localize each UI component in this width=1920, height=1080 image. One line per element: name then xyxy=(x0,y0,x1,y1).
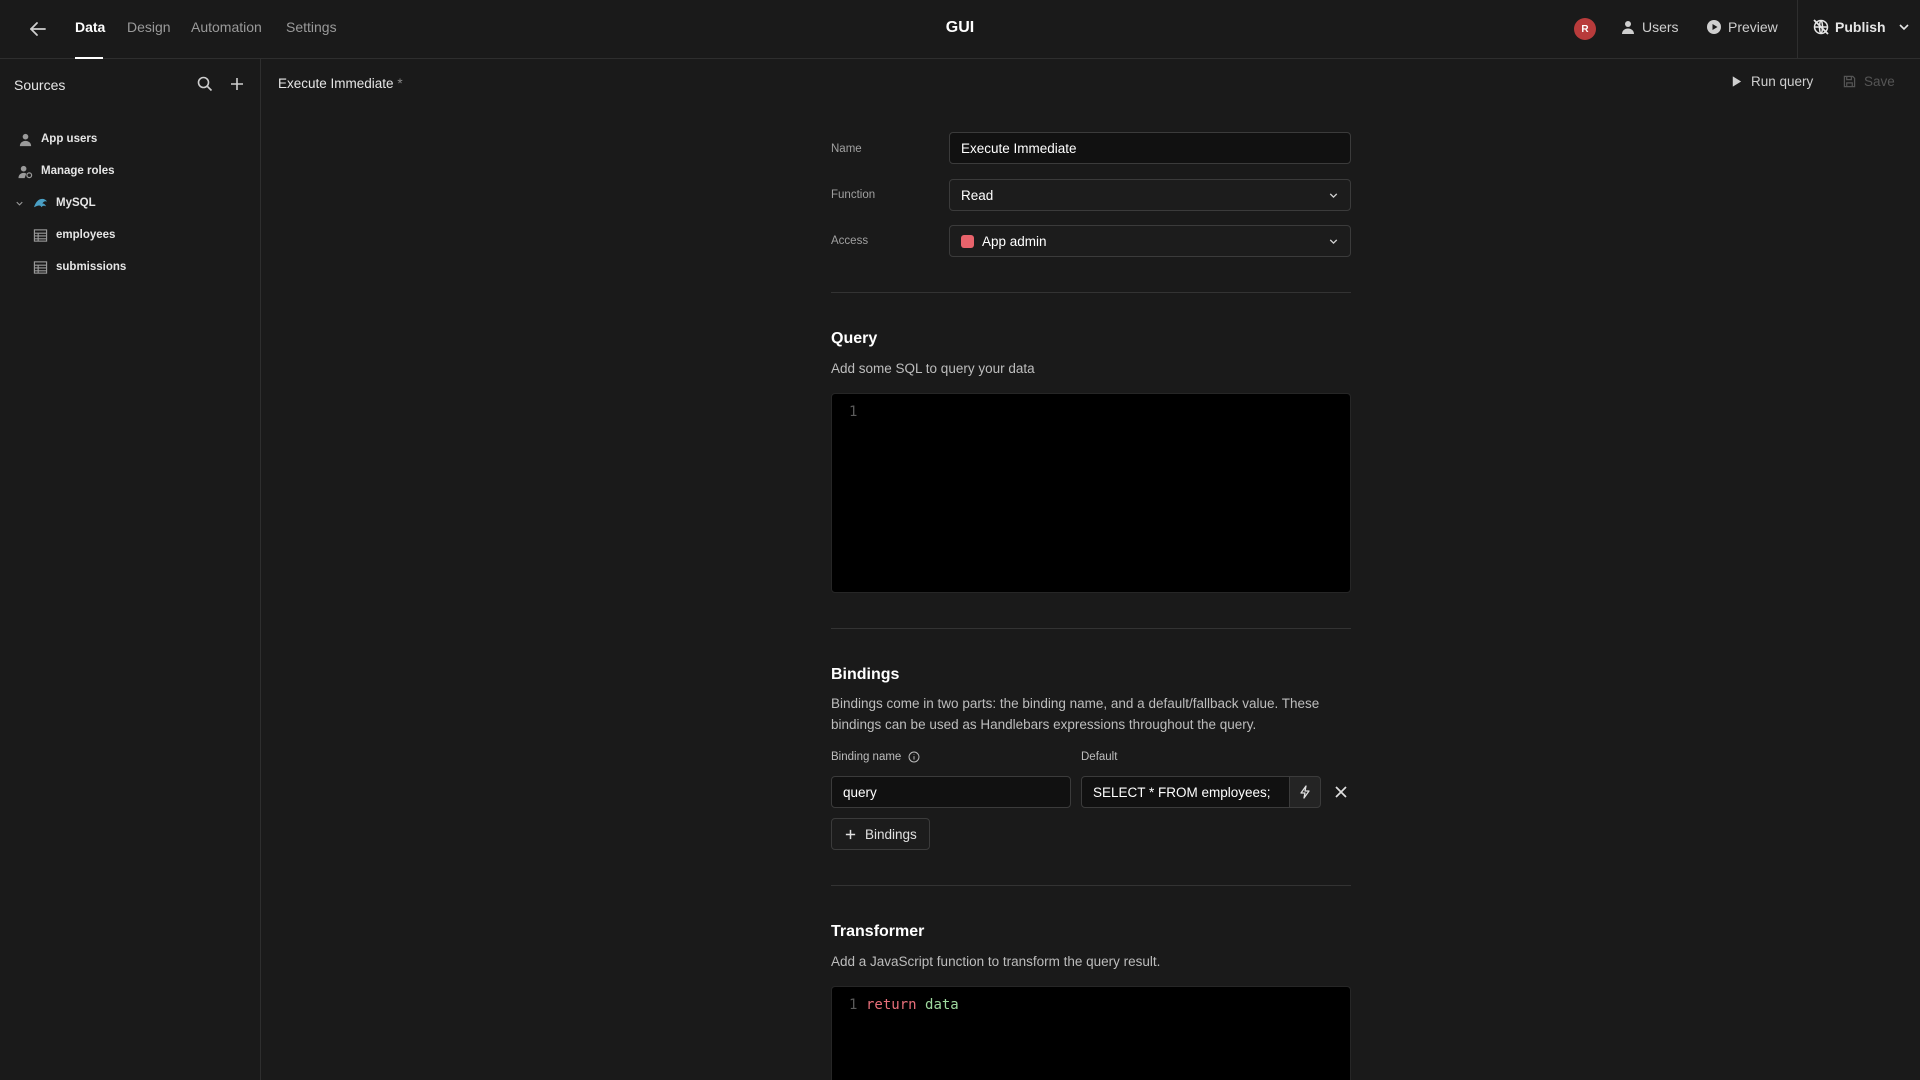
unsaved-marker: * xyxy=(397,76,403,91)
table-icon xyxy=(33,228,48,242)
section-divider xyxy=(831,628,1351,629)
close-icon[interactable] xyxy=(1332,783,1350,801)
function-value: Read xyxy=(961,187,994,203)
bolt-icon[interactable] xyxy=(1289,776,1321,808)
code-keyword: return xyxy=(866,997,917,1013)
name-label: Name xyxy=(831,143,862,155)
tab-data[interactable]: Data xyxy=(75,19,105,35)
add-binding-label: Bindings xyxy=(865,826,917,842)
save-button[interactable]: Save xyxy=(1843,74,1895,89)
name-input[interactable]: Execute Immediate xyxy=(949,132,1351,164)
add-source-icon[interactable] xyxy=(228,75,246,93)
user-icon xyxy=(19,133,32,146)
sidebar-item-label: MySQL xyxy=(56,197,96,209)
bindings-section-description: Bindings come in two parts: the binding … xyxy=(831,696,1320,732)
sql-editor[interactable]: 1 xyxy=(831,393,1351,593)
query-section-title: Query xyxy=(831,330,878,347)
bindings-section-title: Bindings xyxy=(831,666,900,683)
sidebar-item-manage-roles[interactable]: Manage roles xyxy=(18,158,115,184)
code-identifier: data xyxy=(925,997,959,1013)
chevron-down-icon xyxy=(1898,24,1909,31)
binding-default-value: SELECT * FROM employees; xyxy=(1093,784,1271,800)
chevron-down-icon xyxy=(1329,193,1338,199)
name-value: Execute Immediate xyxy=(961,140,1077,156)
tab-automation[interactable]: Automation xyxy=(191,19,262,35)
save-icon xyxy=(1843,75,1856,88)
sidebar-item-mysql[interactable]: MySQL xyxy=(14,190,96,216)
avatar[interactable]: R xyxy=(1574,18,1596,40)
section-divider xyxy=(831,885,1351,886)
globe-off-icon xyxy=(1813,19,1829,35)
run-query-label: Run query xyxy=(1751,74,1814,89)
publish-button[interactable]: Publish xyxy=(1813,19,1912,35)
user-icon xyxy=(1622,21,1634,34)
access-label: Access xyxy=(831,235,869,247)
play-circle-icon xyxy=(1707,20,1721,34)
binding-name-header: Binding name xyxy=(831,751,920,763)
line-number: 1 xyxy=(849,404,858,420)
sidebar-item-label: Manage roles xyxy=(41,165,115,177)
access-value: App admin xyxy=(982,233,1047,249)
users-label: Users xyxy=(1642,19,1679,35)
section-divider xyxy=(831,292,1351,293)
sidebar-item-submissions[interactable]: submissions xyxy=(33,254,126,280)
info-icon[interactable] xyxy=(908,751,920,763)
access-select[interactable]: App admin xyxy=(949,225,1351,257)
function-label: Function xyxy=(831,189,876,201)
preview-button[interactable]: Preview xyxy=(1706,19,1778,35)
top-bar: Data Design Automation Settings GUI R Us… xyxy=(0,0,1920,59)
sidebar-title: Sources xyxy=(14,77,66,93)
query-name: Execute Immediate xyxy=(278,76,394,91)
mysql-icon xyxy=(33,198,48,207)
tab-settings[interactable]: Settings xyxy=(286,19,337,35)
add-binding-button[interactable]: Bindings xyxy=(831,818,930,850)
sidebar-item-employees[interactable]: employees xyxy=(33,222,115,248)
binding-name-value: query xyxy=(843,784,877,800)
play-icon xyxy=(1732,76,1742,87)
binding-default-input[interactable]: SELECT * FROM employees; xyxy=(1081,776,1290,808)
save-label: Save xyxy=(1864,74,1895,89)
back-arrow-icon[interactable] xyxy=(26,17,50,41)
chevron-down-icon xyxy=(16,201,23,206)
transformer-editor[interactable]: 1 return data xyxy=(831,986,1351,1080)
default-header: Default xyxy=(1081,751,1118,763)
query-section-description: Add some SQL to query your data xyxy=(831,361,1035,376)
publish-label: Publish xyxy=(1835,19,1886,35)
binding-name-header-label: Binding name xyxy=(831,751,902,763)
function-select[interactable]: Read xyxy=(949,179,1351,211)
run-query-button[interactable]: Run query xyxy=(1730,74,1813,89)
transformer-section-title: Transformer xyxy=(831,923,925,940)
publish-divider xyxy=(1797,0,1798,59)
transformer-section-description: Add a JavaScript function to transform t… xyxy=(831,954,1161,969)
sidebar-item-label: App users xyxy=(41,133,98,145)
line-number: 1 xyxy=(849,997,858,1013)
user-gear-icon xyxy=(18,165,33,178)
plus-icon xyxy=(845,829,856,839)
search-icon[interactable] xyxy=(196,75,214,93)
query-title: Execute Immediate * xyxy=(278,76,403,91)
chevron-down-icon xyxy=(1329,239,1338,245)
app-title: GUI xyxy=(945,19,975,36)
tab-design[interactable]: Design xyxy=(127,19,171,35)
preview-label: Preview xyxy=(1728,19,1778,35)
sidebar-item-label: employees xyxy=(56,229,116,241)
binding-name-input[interactable]: query xyxy=(831,776,1071,808)
table-icon xyxy=(33,260,48,274)
sidebar-item-label: submissions xyxy=(56,261,127,273)
users-button[interactable]: Users xyxy=(1620,19,1679,35)
sidebar-item-app-users[interactable]: App users xyxy=(18,126,97,152)
sources-sidebar: Sources App users Manage roles MySQL emp… xyxy=(0,59,261,1080)
role-color-swatch xyxy=(961,234,974,248)
transformer-code: return data xyxy=(866,997,959,1013)
